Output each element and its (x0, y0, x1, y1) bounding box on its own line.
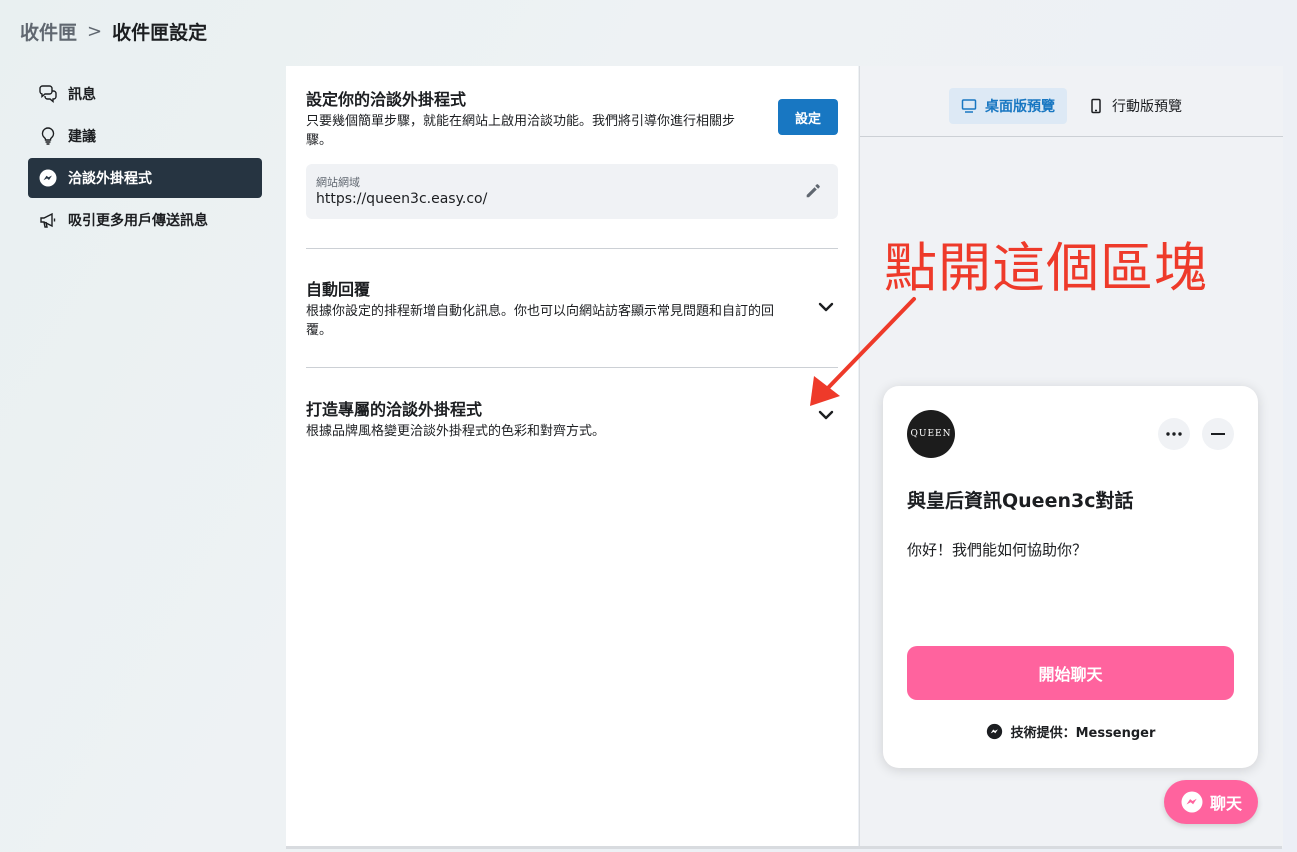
avatar: QUEEN (907, 410, 955, 458)
chat-bubbles-icon (39, 85, 57, 103)
megaphone-icon (40, 212, 56, 228)
minimize-button[interactable] (1202, 418, 1234, 450)
sidebar-item-messages[interactable]: 訊息 (28, 74, 262, 114)
sidebar-item-chat-plugin[interactable]: 洽談外掛程式 (28, 158, 262, 198)
chat-fab-label: 聊天 (1209, 794, 1242, 813)
setup-title: 設定你的洽談外掛程式 (306, 90, 467, 109)
website-domain-field[interactable]: 網站網域 https://queen3c.easy.co/ (306, 164, 838, 219)
auto-reply-section[interactable]: 自動回覆 根據你設定的排程新增自動化訊息。你也可以向網站訪客顯示常見問題和自訂的… (306, 276, 786, 340)
more-dots-icon (1166, 432, 1182, 436)
domain-value: https://queen3c.easy.co/ (316, 191, 488, 207)
chat-widget-preview: QUEEN 與皇后資訊Queen3c對話 你好！我們能如何協助你？ 開始聊天 技… (883, 386, 1258, 768)
setup-description: 只要幾個簡單步驟，就能在網站上啟用洽談功能。我們將引導你進行相關步驟。 (306, 114, 736, 148)
chat-greeting: 你好！我們能如何協助你？ (907, 541, 1088, 559)
minus-icon (1211, 433, 1225, 435)
sidebar-item-attract-users[interactable]: 吸引更多用戶傳送訊息 (28, 200, 262, 240)
divider (306, 367, 838, 368)
breadcrumb: 收件匣 > 收件匣設定 (20, 18, 207, 45)
powered-by-text: 技術提供：Messenger (1010, 726, 1156, 741)
messenger-icon (986, 723, 1002, 740)
sidebar-item-label: 吸引更多用戶傳送訊息 (68, 213, 208, 229)
more-options-button[interactable] (1158, 418, 1190, 450)
breadcrumb-parent[interactable]: 收件匣 (20, 18, 77, 45)
page-title: 收件匣設定 (112, 22, 208, 44)
settings-panel: 設定你的洽談外掛程式 只要幾個簡單步驟，就能在網站上啟用洽談功能。我們將引導你進… (286, 66, 858, 848)
powered-by: 技術提供：Messenger (883, 722, 1258, 741)
tab-mobile-preview[interactable]: 行動版預覽 (1076, 88, 1194, 124)
annotation-text: 點開這個區塊 (884, 238, 1208, 299)
auto-reply-description: 根據你設定的排程新增自動化訊息。你也可以向網站訪客顯示常見問題和自訂的回覆。 (306, 304, 775, 338)
messenger-icon (39, 169, 57, 187)
chevron-down-icon[interactable] (816, 297, 836, 317)
sidebar-item-label: 洽談外掛程式 (68, 171, 152, 187)
lightbulb-icon (41, 127, 55, 145)
tab-label: 行動版預覽 (1112, 99, 1182, 115)
desktop-icon (961, 99, 977, 113)
divider (306, 248, 838, 249)
sidebar-item-suggestions[interactable]: 建議 (28, 116, 262, 156)
chat-title: 與皇后資訊Queen3c對話 (907, 490, 1134, 512)
auto-reply-title: 自動回覆 (306, 280, 371, 299)
breadcrumb-separator: > (87, 21, 103, 42)
customize-title: 打造專屬的洽談外掛程式 (306, 400, 483, 419)
start-chat-button[interactable]: 開始聊天 (907, 646, 1234, 700)
setup-section: 設定你的洽談外掛程式 只要幾個簡單步驟，就能在網站上啟用洽談功能。我們將引導你進… (306, 86, 756, 150)
domain-label: 網站網域 (316, 176, 360, 189)
customize-description: 根據品牌風格變更洽談外掛程式的色彩和對齊方式。 (306, 424, 606, 439)
tab-desktop-preview[interactable]: 桌面版預覽 (949, 88, 1067, 124)
mobile-icon (1091, 98, 1101, 114)
sidebar-item-label: 訊息 (68, 87, 96, 103)
sidebar-item-label: 建議 (68, 129, 96, 145)
bottom-divider (286, 846, 1282, 849)
chevron-down-icon[interactable] (816, 405, 836, 425)
pencil-icon[interactable] (804, 182, 822, 200)
customize-section[interactable]: 打造專屬的洽談外掛程式 根據品牌風格變更洽談外掛程式的色彩和對齊方式。 (306, 396, 786, 441)
messenger-icon (1181, 791, 1203, 813)
tab-label: 桌面版預覽 (985, 99, 1055, 115)
sidebar: 訊息 建議 洽談外掛程式 吸引更多用戶傳送訊息 (28, 74, 262, 242)
avatar-logo-text: QUEEN (910, 429, 952, 439)
preview-tabs: 桌面版預覽 行動版預覽 (860, 66, 1283, 137)
chat-fab-button[interactable]: 聊天 (1164, 780, 1258, 824)
setup-button[interactable]: 設定 (778, 99, 838, 135)
